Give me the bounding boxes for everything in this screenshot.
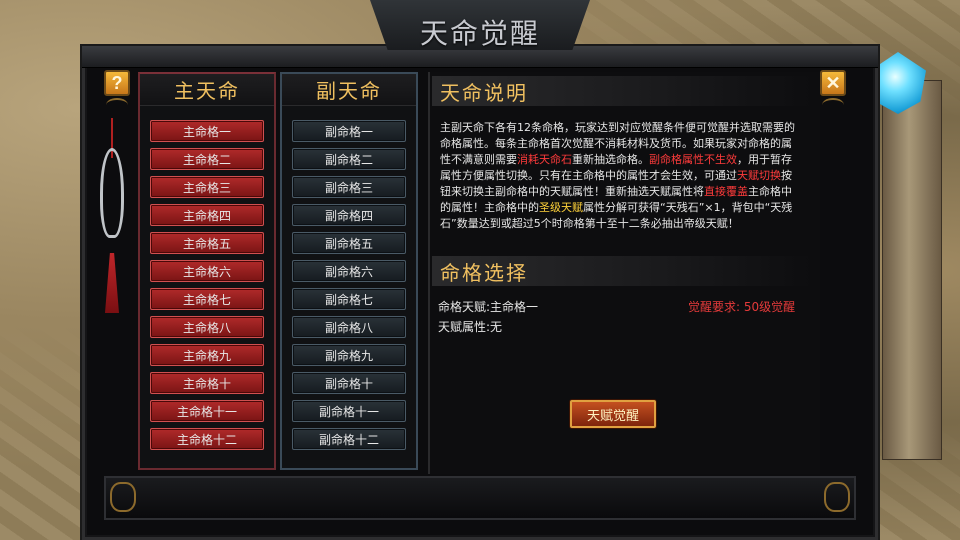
stone-pillar [882,80,942,460]
window-title: 天命觉醒 [419,17,540,50]
main-destiny-slot-5[interactable]: 主命格五 [150,232,264,254]
bottom-bar [104,476,856,520]
description-segment: 重新抽选命格。 [572,153,649,166]
sub-destiny-slot-6[interactable]: 副命格六 [292,260,406,282]
talisman-tassel [105,253,119,313]
description-header: 天命说明 [432,76,812,106]
attribute-label: 天赋属性:无 [438,320,503,334]
description-segment: 副命格属性不生效 [649,153,737,166]
description-segment: 圣级天赋 [539,201,583,214]
sub-destiny-header: 副天命 [282,74,416,106]
sub-destiny-slot-3[interactable]: 副命格三 [292,176,406,198]
sub-destiny-slot-10[interactable]: 副命格十 [292,372,406,394]
sub-destiny-slot-5[interactable]: 副命格五 [292,232,406,254]
sub-destiny-slot-9[interactable]: 副命格九 [292,344,406,366]
talent-awaken-button[interactable]: 天赋觉醒 [570,400,656,428]
main-destiny-slot-2[interactable]: 主命格二 [150,148,264,170]
main-destiny-slot-12[interactable]: 主命格十二 [150,428,264,450]
description-segment: 消耗天命石 [517,153,572,166]
sub-destiny-slot-1[interactable]: 副命格一 [292,120,406,142]
sub-destiny-slot-11[interactable]: 副命格十一 [292,400,406,422]
awaken-requirement: 觉醒要求: 50级觉醒 [688,300,796,314]
main-destiny-slot-6[interactable]: 主命格六 [150,260,264,282]
description-segment: 天赋切换 [737,169,781,182]
main-destiny-slot-9[interactable]: 主命格九 [150,344,264,366]
sub-destiny-slot-4[interactable]: 副命格四 [292,204,406,226]
talisman-disc [100,148,124,238]
main-destiny-header: 主天命 [140,74,274,106]
close-button[interactable]: ✕ [820,70,846,96]
main-destiny-slot-4[interactable]: 主命格四 [150,204,264,226]
sub-destiny-slot-2[interactable]: 副命格二 [292,148,406,170]
main-destiny-column: 主天命 主命格一主命格二主命格三主命格四主命格五主命格六主命格七主命格八主命格九… [138,72,276,470]
description-segment: 直接覆盖 [704,185,748,198]
jade-talisman-icon [98,118,128,313]
main-destiny-slot-7[interactable]: 主命格七 [150,288,264,310]
close-icon: ✕ [825,73,841,93]
help-button[interactable]: ? [104,70,130,96]
main-destiny-slot-10[interactable]: 主命格十 [150,372,264,394]
corner-ornament-left [106,98,128,112]
bottom-ornament-left [110,482,136,512]
main-destiny-list: 主命格一主命格二主命格三主命格四主命格五主命格六主命格七主命格八主命格九主命格十… [140,106,274,450]
question-icon: ? [111,73,123,93]
corner-ornament-right [822,98,844,112]
sub-destiny-column: 副天命 副命格一副命格二副命格三副命格四副命格五副命格六副命格七副命格八副命格九… [280,72,418,470]
main-destiny-slot-3[interactable]: 主命格三 [150,176,264,198]
main-destiny-slot-8[interactable]: 主命格八 [150,316,264,338]
main-destiny-slot-11[interactable]: 主命格十一 [150,400,264,422]
sub-destiny-slot-7[interactable]: 副命格七 [292,288,406,310]
main-destiny-slot-1[interactable]: 主命格一 [150,120,264,142]
sub-destiny-list: 副命格一副命格二副命格三副命格四副命格五副命格六副命格七副命格八副命格九副命格十… [282,106,416,450]
description-text: 主副天命下各有12条命格，玩家达到对应觉醒条件便可觉醒并选取需要的命格属性。每条… [440,120,800,232]
sub-destiny-slot-12[interactable]: 副命格十二 [292,428,406,450]
talent-label: 命格天赋:主命格一 [438,300,539,314]
sub-destiny-slot-8[interactable]: 副命格八 [292,316,406,338]
bottom-ornament-right [824,482,850,512]
selection-header: 命格选择 [432,256,812,286]
